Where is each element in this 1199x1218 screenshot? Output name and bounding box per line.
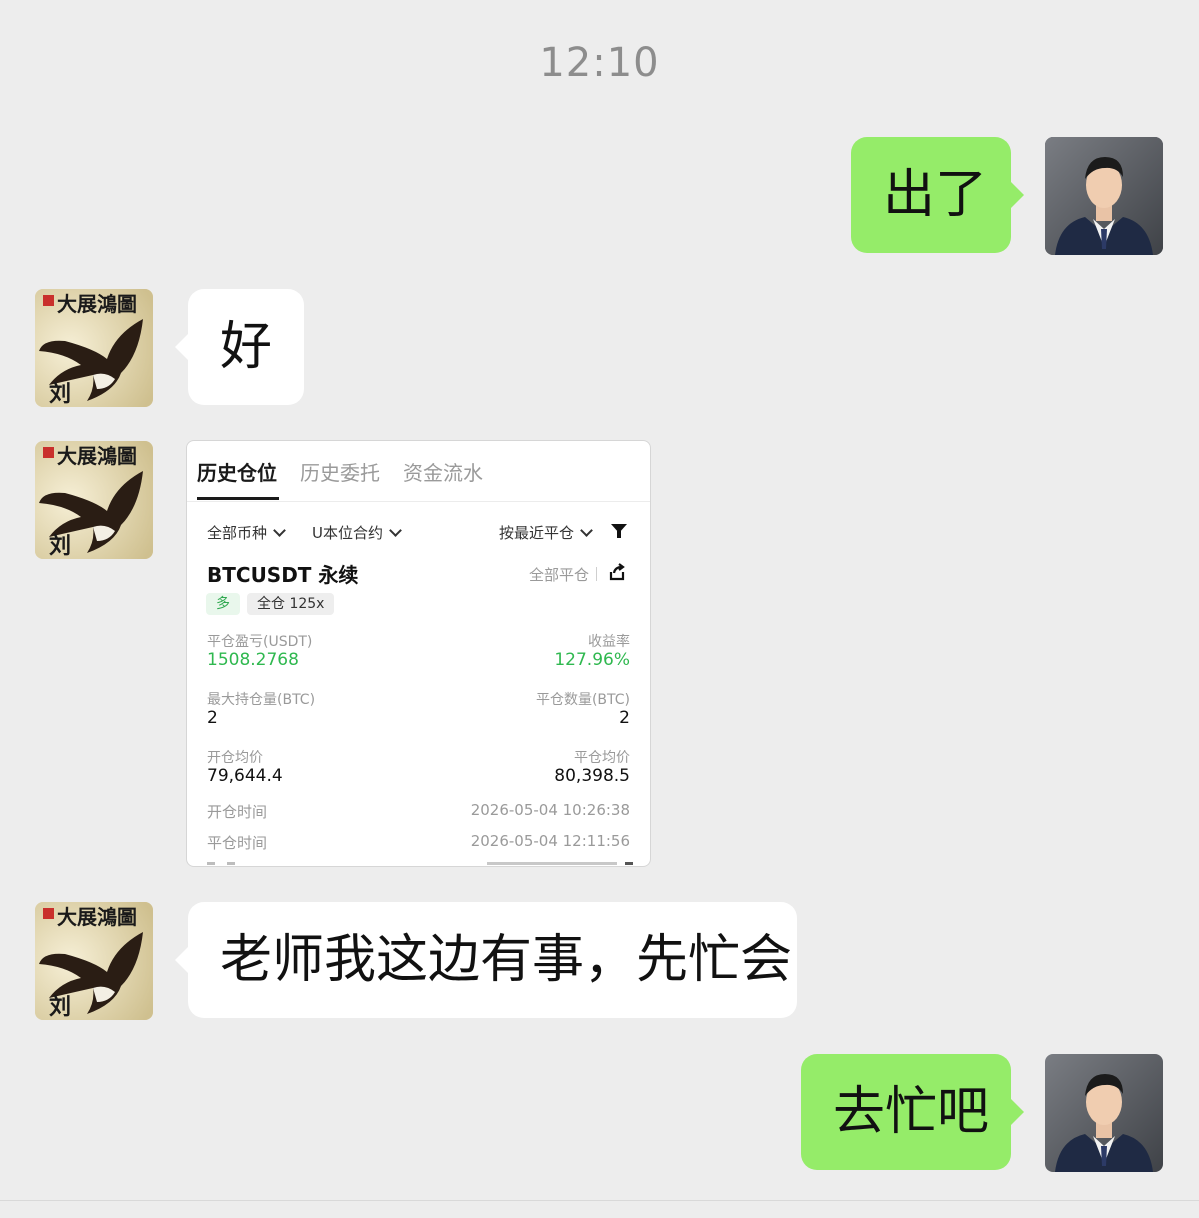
close-avg-price-value: 80,398.5	[554, 766, 630, 786]
contact-avatar[interactable]: 大展鴻圖 刘	[35, 289, 153, 407]
cropped-row-fragment	[207, 862, 633, 865]
svg-text:刘: 刘	[49, 381, 71, 407]
contract-symbol: BTCUSDT 永续	[207, 563, 359, 587]
pnl-label: 平仓盈亏(USDT)	[207, 634, 313, 650]
filter-coin[interactable]: 全部币种	[207, 522, 286, 543]
max-position-label: 最大持仓量(BTC)	[207, 692, 316, 708]
open-time-value: 2026-05-04 10:26:38	[470, 801, 630, 819]
message-text: 出了	[883, 165, 988, 225]
message-bubble-sent[interactable]: 去忙吧	[801, 1054, 1024, 1170]
message-text: 去忙吧	[833, 1082, 990, 1142]
share-icon[interactable]	[607, 562, 627, 582]
message-bubble-sent[interactable]: 出了	[851, 137, 1024, 253]
filter-contract-type[interactable]: U本位合约	[312, 522, 402, 543]
margin-leverage-badge: 全仓 125x	[247, 593, 335, 615]
close-time-label: 平仓时间	[207, 834, 268, 852]
roi-label: 收益率	[588, 634, 630, 650]
eagle-painting-avatar: 大展鴻圖 刘	[35, 289, 153, 407]
svg-text:大展鴻圖: 大展鴻圖	[57, 292, 137, 316]
tab-order-history[interactable]: 历史委托	[300, 457, 380, 486]
svg-text:大展鴻圖: 大展鴻圖	[57, 905, 137, 929]
filter-contract-label: U本位合约	[312, 524, 383, 542]
chevron-down-icon	[580, 524, 593, 537]
input-area-divider	[0, 1200, 1199, 1201]
svg-text:大展鴻圖: 大展鴻圖	[57, 444, 137, 468]
open-avg-price-value: 79,644.4	[207, 766, 283, 786]
chat-timestamp: 12:10	[539, 40, 660, 86]
eagle-painting-avatar: 大展鴻圖 刘	[35, 441, 153, 559]
contact-avatar[interactable]: 大展鴻圖 刘	[35, 441, 153, 559]
tab-bar: 历史仓位 历史委托 资金流水	[187, 441, 650, 502]
message-text: 老师我这边有事，先忙会	[220, 930, 793, 990]
open-time-label: 开仓时间	[207, 803, 268, 821]
trade-screenshot-image[interactable]: 历史仓位 历史委托 资金流水 全部币种 U本位合约 按最近平仓 BTCUSDT …	[186, 440, 651, 867]
self-avatar-photo	[1045, 1054, 1163, 1172]
open-avg-price-label: 开仓均价	[207, 750, 263, 766]
message-text: 好	[220, 317, 273, 377]
close-quantity-value: 2	[619, 708, 630, 728]
divider	[596, 567, 597, 581]
self-avatar[interactable]	[1045, 137, 1163, 255]
active-tab-indicator	[197, 497, 279, 500]
contact-avatar[interactable]: 大展鴻圖 刘	[35, 902, 153, 1020]
tab-fund-flow[interactable]: 资金流水	[403, 457, 483, 486]
self-avatar-photo	[1045, 137, 1163, 255]
direction-badge: 多	[206, 593, 240, 615]
sort-label: 按最近平仓	[499, 524, 575, 542]
filter-coin-label: 全部币种	[207, 524, 268, 542]
filter-icon-stem	[617, 531, 621, 538]
svg-text:刘: 刘	[49, 994, 71, 1020]
chevron-down-icon	[273, 524, 286, 537]
eagle-painting-avatar: 大展鴻圖 刘	[35, 902, 153, 1020]
chevron-down-icon	[389, 524, 402, 537]
close-avg-price-label: 平仓均价	[574, 750, 630, 766]
close-quantity-label: 平仓数量(BTC)	[535, 692, 630, 708]
self-avatar[interactable]	[1045, 1054, 1163, 1172]
svg-text:刘: 刘	[49, 533, 71, 559]
max-position-value: 2	[207, 708, 218, 728]
close-all-link[interactable]: 全部平仓	[529, 564, 589, 585]
message-bubble-received[interactable]: 好	[175, 289, 304, 405]
close-time-value: 2026-05-04 12:11:56	[470, 832, 630, 850]
sort-dropdown[interactable]: 按最近平仓	[499, 522, 593, 543]
roi-value: 127.96%	[554, 650, 630, 670]
message-bubble-received[interactable]: 老师我这边有事，先忙会	[175, 902, 797, 1018]
tab-position-history[interactable]: 历史仓位	[197, 457, 277, 486]
pnl-value: 1508.2768	[207, 650, 299, 670]
